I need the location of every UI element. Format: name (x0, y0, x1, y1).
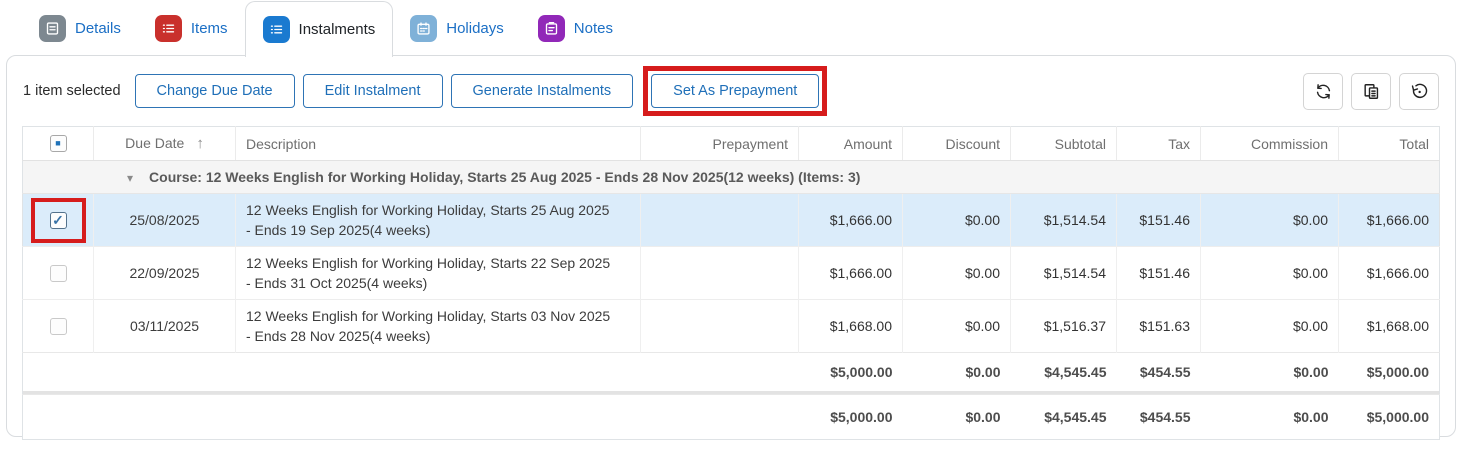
total-cell: $1,666.00 (1339, 194, 1440, 247)
column-header-subtotal[interactable]: Subtotal (1011, 127, 1117, 161)
column-header-amount[interactable]: Amount (799, 127, 903, 161)
commission-cell: $0.00 (1201, 247, 1339, 300)
tab-notes-label: Notes (574, 20, 613, 37)
edit-instalment-button[interactable]: Edit Instalment (303, 74, 443, 108)
annotation-box-set-as-prepayment: Set As Prepayment (643, 66, 827, 116)
selection-status: 1 item selected (23, 83, 121, 99)
collapse-caret-icon[interactable]: ▾ (127, 171, 133, 185)
instalments-panel: 1 item selected Change Due Date Edit Ins… (6, 55, 1456, 437)
tab-instalments[interactable]: Instalments (245, 1, 394, 57)
prepayment-cell (641, 247, 799, 300)
copy-icon (1362, 82, 1381, 101)
course-group-row[interactable]: ▾ Course: 12 Weeks English for Working Ho… (23, 161, 1440, 194)
list-icon (263, 16, 290, 43)
copy-button[interactable] (1351, 73, 1391, 110)
course-group-label: Course: 12 Weeks English for Working Hol… (149, 169, 860, 185)
discount-cell: $0.00 (903, 247, 1011, 300)
note-icon (538, 15, 565, 42)
toolbar: 1 item selected Change Due Date Edit Ins… (7, 56, 1455, 122)
refresh-icon (1314, 82, 1333, 101)
tab-holidays-label: Holidays (446, 20, 504, 37)
subtotal-cell: $1,514.54 (1011, 247, 1117, 300)
sort-ascending-icon: ↑ (196, 135, 204, 152)
tax-cell: $151.46 (1117, 247, 1201, 300)
discount-cell: $0.00 (903, 300, 1011, 353)
toolbar-icon-group (1303, 73, 1439, 110)
due-date-cell: 03/11/2025 (94, 300, 236, 353)
group-total-row: $5,000.00 $0.00 $4,545.45 $454.55 $0.00 … (23, 353, 1440, 391)
indeterminate-icon: ■ (55, 139, 60, 148)
due-date-cell: 22/09/2025 (94, 247, 236, 300)
group-total-tax: $454.55 (1117, 353, 1201, 391)
tax-cell: $151.46 (1117, 194, 1201, 247)
total-cell: $1,666.00 (1339, 247, 1440, 300)
row-checkbox[interactable] (50, 265, 67, 282)
grand-total-subtotal: $4,545.45 (1011, 395, 1117, 440)
list-icon (155, 15, 182, 42)
annotation-box-row-checkbox: ✓ (31, 198, 86, 243)
group-total-commission: $0.00 (1201, 353, 1339, 391)
tab-notes[interactable]: Notes (521, 1, 630, 56)
discount-cell: $0.00 (903, 194, 1011, 247)
grand-total-tax: $454.55 (1117, 395, 1201, 440)
group-total-amount: $5,000.00 (799, 353, 903, 391)
column-header-discount[interactable]: Discount (903, 127, 1011, 161)
description-cell: 12 Weeks English for Working Holiday, St… (236, 247, 641, 300)
tab-items[interactable]: Items (138, 1, 245, 56)
calendar-icon (410, 15, 437, 42)
amount-cell: $1,668.00 (799, 300, 903, 353)
instalment-row-2[interactable]: 22/09/2025 12 Weeks English for Working … (23, 247, 1440, 300)
column-header-description[interactable]: Description (236, 127, 641, 161)
grand-total-discount: $0.00 (903, 395, 1011, 440)
group-total-subtotal: $4,545.45 (1011, 353, 1117, 391)
due-date-cell: 25/08/2025 (94, 194, 236, 247)
history-icon (1410, 82, 1429, 101)
grand-total-total: $5,000.00 (1339, 395, 1440, 440)
header-checkbox-cell: ■ (23, 127, 94, 161)
refresh-button[interactable] (1303, 73, 1343, 110)
subtotal-cell: $1,514.54 (1011, 194, 1117, 247)
description-cell: 12 Weeks English for Working Holiday, St… (236, 300, 641, 353)
tab-items-label: Items (191, 20, 228, 37)
tab-details-label: Details (75, 20, 121, 37)
group-total-discount: $0.00 (903, 353, 1011, 391)
subtotal-cell: $1,516.37 (1011, 300, 1117, 353)
amount-cell: $1,666.00 (799, 194, 903, 247)
tab-bar: Details Items Instalments Holidays Notes (0, 0, 1462, 56)
tab-instalments-label: Instalments (299, 21, 376, 38)
instalments-grid: ■ Due Date↑ Description Prepayment Amoun… (22, 126, 1440, 440)
select-all-checkbox[interactable]: ■ (50, 135, 67, 152)
set-as-prepayment-button[interactable]: Set As Prepayment (651, 74, 819, 108)
column-header-due-date[interactable]: Due Date↑ (94, 127, 236, 161)
tax-cell: $151.63 (1117, 300, 1201, 353)
group-total-total: $5,000.00 (1339, 353, 1440, 391)
document-icon (39, 15, 66, 42)
total-cell: $1,668.00 (1339, 300, 1440, 353)
prepayment-cell (641, 300, 799, 353)
row-checkbox[interactable] (50, 318, 67, 335)
column-header-tax[interactable]: Tax (1117, 127, 1201, 161)
grand-total-row: $5,000.00 $0.00 $4,545.45 $454.55 $0.00 … (23, 395, 1440, 440)
row-checkbox[interactable]: ✓ (50, 212, 67, 229)
prepayment-cell (641, 194, 799, 247)
commission-cell: $0.00 (1201, 300, 1339, 353)
description-cell: 12 Weeks English for Working Holiday, St… (236, 194, 641, 247)
column-header-total[interactable]: Total (1339, 127, 1440, 161)
column-header-commission[interactable]: Commission (1201, 127, 1339, 161)
table-header-row: ■ Due Date↑ Description Prepayment Amoun… (23, 127, 1440, 161)
instalment-row-1[interactable]: ✓ 25/08/2025 12 Weeks English for Workin… (23, 194, 1440, 247)
tab-details[interactable]: Details (22, 1, 138, 56)
commission-cell: $0.00 (1201, 194, 1339, 247)
change-due-date-button[interactable]: Change Due Date (135, 74, 295, 108)
generate-instalments-button[interactable]: Generate Instalments (451, 74, 634, 108)
amount-cell: $1,666.00 (799, 247, 903, 300)
history-button[interactable] (1399, 73, 1439, 110)
tab-holidays[interactable]: Holidays (393, 1, 521, 56)
grand-total-amount: $5,000.00 (799, 395, 903, 440)
instalment-row-3[interactable]: 03/11/2025 12 Weeks English for Working … (23, 300, 1440, 353)
column-header-prepayment[interactable]: Prepayment (641, 127, 799, 161)
grand-total-commission: $0.00 (1201, 395, 1339, 440)
checkmark-icon: ✓ (52, 213, 64, 227)
